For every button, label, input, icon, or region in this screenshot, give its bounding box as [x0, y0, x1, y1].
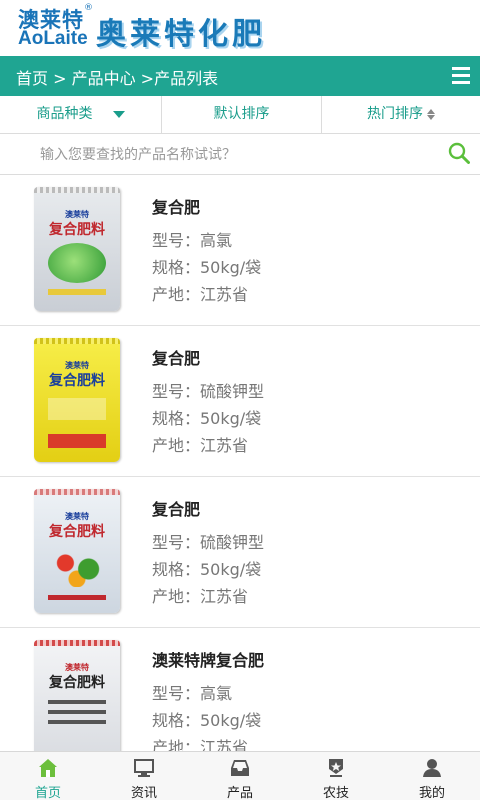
product-image: 澳莱特 复合肥料: [34, 187, 120, 311]
search-input[interactable]: [38, 140, 422, 170]
tab-mine[interactable]: 我的: [384, 752, 480, 801]
product-model: 型号：高氯: [152, 231, 233, 250]
default-sort-button[interactable]: 默认排序: [162, 96, 321, 133]
breadcrumb[interactable]: 首页 > 产品中心 >产品列表: [16, 65, 218, 89]
tab-products[interactable]: 产品: [192, 752, 288, 801]
tab-news[interactable]: 资讯: [96, 752, 192, 801]
product-model: 型号：硫酸钾型: [152, 382, 265, 401]
hot-sort-button[interactable]: 热门排序: [322, 96, 480, 133]
tab-label: 首页: [34, 786, 61, 801]
breadcrumb-bar: 首页 > 产品中心 >产品列表: [0, 56, 480, 96]
medal-icon: [329, 759, 343, 777]
sort-arrows-icon: [427, 108, 435, 120]
category-filter-label: 商品种类: [36, 106, 93, 122]
search-icon[interactable]: [448, 142, 470, 164]
product-image: 澳莱特 复合肥料: [34, 640, 120, 764]
home-icon: [39, 759, 57, 777]
tab-label: 产品: [226, 786, 253, 801]
product-item[interactable]: 澳莱特 复合肥料 复合肥 型号：硫酸钾型 规格：50kg/袋 产地：江苏省: [0, 477, 480, 628]
app-header: 澳莱特 ® AoLaite 奥莱特化肥: [0, 0, 480, 56]
tab-home[interactable]: 首页: [0, 752, 96, 801]
product-spec: 规格：50kg/袋: [152, 409, 262, 428]
product-image: 澳莱特 复合肥料: [34, 338, 120, 462]
hot-sort-label: 热门排序: [367, 106, 423, 122]
product-item[interactable]: 澳莱特 复合肥料 复合肥 型号：高氯 规格：50kg/袋 产地：江苏省: [0, 175, 480, 326]
product-spec: 规格：50kg/袋: [152, 560, 262, 579]
product-model: 型号：硫酸钾型: [152, 533, 265, 552]
product-name: 复合肥: [152, 198, 201, 217]
product-spec: 规格：50kg/袋: [152, 258, 262, 277]
monitor-icon: [134, 759, 154, 777]
product-spec: 规格：50kg/袋: [152, 711, 262, 730]
default-sort-label: 默认排序: [213, 106, 270, 122]
tab-label: 资讯: [130, 786, 157, 801]
tab-agritech[interactable]: 农技: [288, 752, 384, 801]
product-origin: 产地：江苏省: [152, 285, 249, 304]
dropdown-triangle-icon: [112, 110, 125, 118]
product-origin: 产地：江苏省: [152, 587, 249, 606]
logo-registered-mark: ®: [84, 3, 93, 13]
inbox-icon: [231, 760, 249, 776]
filter-bar: 商品种类 默认排序 热门排序: [0, 96, 480, 134]
product-name: 复合肥: [152, 500, 201, 519]
product-list: 澳莱特 复合肥料 复合肥 型号：高氯 规格：50kg/袋 产地：江苏省 澳莱特 …: [0, 175, 480, 779]
tab-label: 农技: [322, 786, 349, 801]
category-filter[interactable]: 商品种类: [0, 96, 161, 133]
user-icon: [423, 759, 441, 777]
product-name: 澳莱特牌复合肥: [152, 651, 265, 670]
hamburger-menu-icon[interactable]: [452, 67, 470, 84]
product-origin: 产地：江苏省: [152, 436, 249, 455]
tab-label: 我的: [418, 786, 445, 801]
brand-title: 奥莱特化肥: [96, 17, 266, 52]
product-item[interactable]: 澳莱特 复合肥料 复合肥 型号：硫酸钾型 规格：50kg/袋 产地：江苏省: [0, 326, 480, 477]
logo-en-text: AoLaite: [18, 28, 88, 49]
search-bar: [0, 134, 480, 175]
product-model: 型号：高氯: [152, 684, 233, 703]
product-name: 复合肥: [152, 349, 201, 368]
product-image: 澳莱特 复合肥料: [34, 489, 120, 613]
bottom-tab-bar: 首页 资讯 产品 农技 我的: [0, 751, 480, 801]
